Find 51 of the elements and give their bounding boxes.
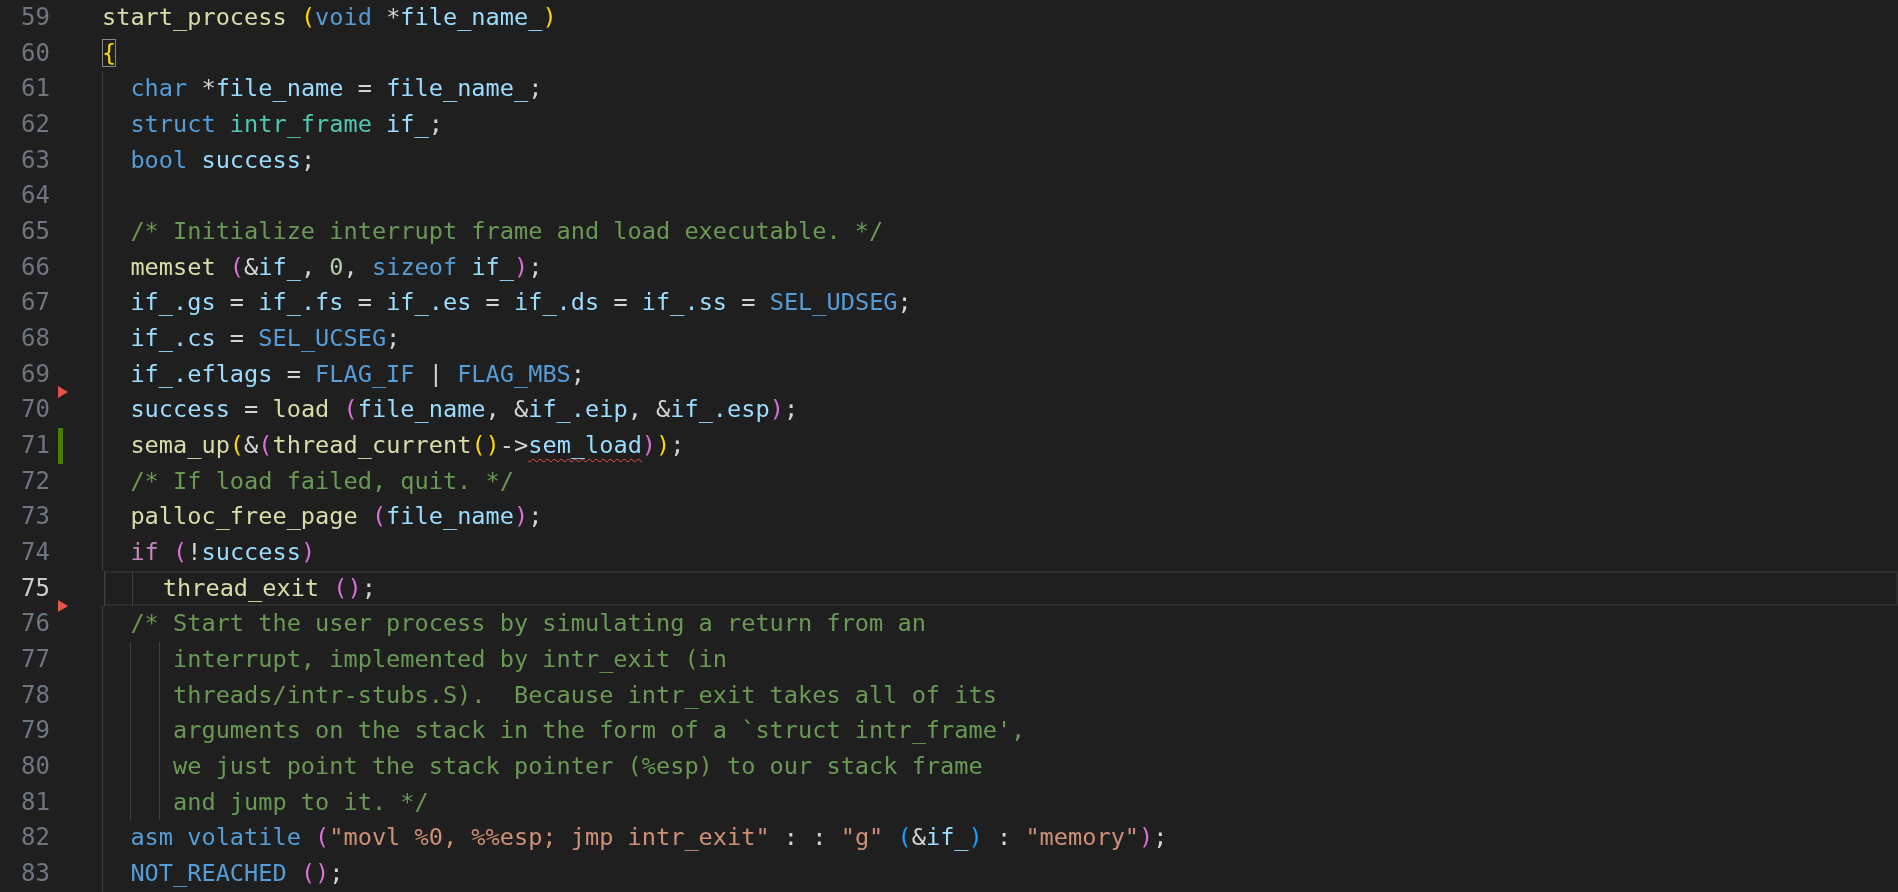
code-line: /* Start the user process by simulating a return from an — [129, 608, 926, 640]
code-line: if_.gs = if_.fs = if_.es = if_.ds = if_.ss = SEL_UDSEG; — [129, 287, 912, 319]
line-number: 82 — [20, 822, 50, 854]
line-number: 74 — [20, 537, 50, 569]
line-number: 76 — [20, 608, 50, 640]
code-line: success = load (file_name, &if_.eip, &if_.esp); — [129, 394, 799, 426]
code-line: NOT_REACHED (); — [129, 858, 344, 890]
line-number: 70 — [20, 394, 50, 426]
code-line: interrupt, implemented by intr_exit (in — [172, 644, 727, 676]
code-line: if_.eflags = FLAG_IF | FLAG_MBS; — [129, 358, 585, 390]
code-line: if_.cs = SEL_UCSEG; — [129, 323, 401, 355]
line-number: 62 — [20, 109, 50, 140]
line-number: 77 — [20, 644, 50, 676]
code-line: threads/intr-stubs.S). Because intr_exit takes all of its — [172, 679, 997, 711]
code-line: bool success; — [129, 144, 316, 176]
code-line: if (!success) — [129, 537, 316, 569]
line-number: 81 — [20, 786, 50, 818]
line-number: 61 — [20, 73, 50, 105]
code-line: /* Initialize interrupt frame and load executable. */ — [129, 216, 884, 248]
line-number: 67 — [20, 287, 50, 319]
line-number: 80 — [20, 751, 50, 783]
line-number: 69 — [20, 358, 50, 390]
code-line: and jump to it. */ — [172, 786, 429, 818]
line-number: 79 — [20, 715, 50, 747]
code-line: arguments on the stack in the form of a `struct intr_frame', — [172, 715, 1026, 747]
code-line: sema_up(&(thread_current()->sem_load)); — [129, 430, 685, 462]
line-number: 78 — [20, 679, 50, 711]
deleted-lines-marker-icon[interactable] — [58, 600, 68, 613]
code-line: char *file_name = file_name_; — [129, 73, 543, 105]
line-number: 60 — [20, 37, 50, 69]
line-number: 65 — [20, 216, 50, 248]
line-number: 73 — [20, 501, 50, 533]
line-number: 68 — [20, 323, 50, 355]
line-number: 83 — [20, 858, 50, 890]
code-line: start_process (void *file_name_) — [102, 2, 557, 33]
code-line: /* If load failed, quit. */ — [129, 465, 514, 497]
line-number: 72 — [20, 465, 50, 497]
line-number: 66 — [20, 251, 50, 283]
code-line: struct intr_frame if_; — [129, 109, 443, 140]
code-line: palloc_free_page (file_name); — [129, 501, 543, 533]
line-number: 64 — [20, 180, 50, 212]
code-line: memset (&if_, 0, sizeof if_); — [129, 251, 543, 283]
line-number: 75 — [20, 572, 50, 604]
code-line: we just point the stack pointer (%esp) to our stack frame — [172, 751, 983, 783]
line-number: 71 — [20, 430, 50, 462]
code-line: asm volatile ("movl %0, %%esp; jmp intr_exit" : : "g" (&if_) : "memory"); — [129, 822, 1168, 854]
line-number: 59 — [20, 2, 50, 33]
deleted-lines-marker-icon[interactable] — [58, 386, 68, 399]
code-line: thread_exit (); — [161, 572, 376, 604]
code-line: { — [102, 37, 117, 69]
line-number: 63 — [20, 144, 50, 176]
